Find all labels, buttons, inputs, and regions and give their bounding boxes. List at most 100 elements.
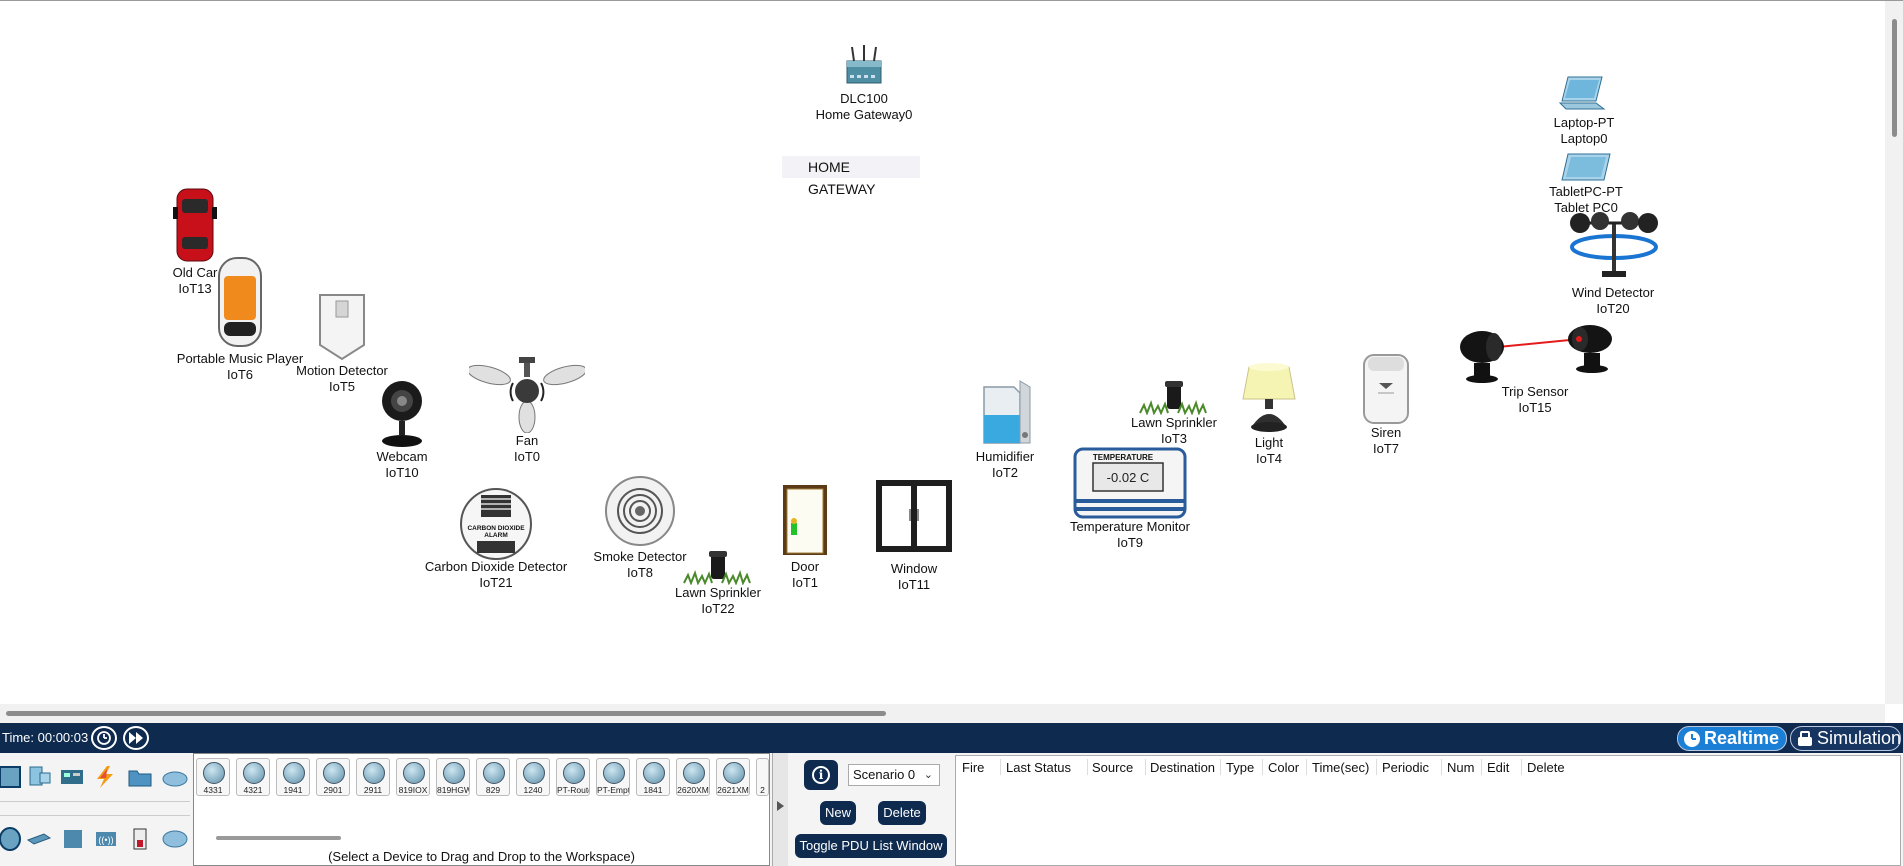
device-name: IoT7 <box>1372 441 1400 456</box>
device-model-4331[interactable]: 4331 <box>196 758 230 796</box>
device-wind-detector[interactable]: Wind Detector IoT20 <box>1556 209 1670 317</box>
column-num[interactable]: Num <box>1447 760 1474 775</box>
model-label: PT-Router <box>557 785 589 795</box>
workspace-vertical-scrollbar[interactable] <box>1885 1 1903 704</box>
device-model-1240[interactable]: 1240 <box>516 758 550 796</box>
router-icon <box>243 762 265 784</box>
power-cycle-button[interactable] <box>91 726 117 750</box>
column-last-status[interactable]: Last Status <box>1006 760 1071 775</box>
device-model-819hgw[interactable]: 819HGW <box>436 758 470 796</box>
device-list-scrollbar[interactable] <box>216 836 341 840</box>
panel-splitter[interactable] <box>772 753 788 866</box>
home-gateway-note[interactable]: HOME GATEWAY <box>782 156 920 197</box>
column-periodic[interactable]: Periodic <box>1382 760 1429 775</box>
device-laptop[interactable]: Laptop-PT Laptop0 <box>1532 75 1636 147</box>
window-icon <box>876 480 952 552</box>
logical-workspace[interactable]: DLC100 Home Gateway0 HOME GATEWAY Laptop… <box>0 0 1903 724</box>
column-separator <box>1306 759 1307 775</box>
router-icon <box>443 762 465 784</box>
device-and-pdu-panel: ((•)) 4331 4321 1941 2901 2911 819IOX 81… <box>0 753 1903 866</box>
simulation-icon <box>1798 731 1812 746</box>
column-type[interactable]: Type <box>1226 760 1254 775</box>
device-name: IoT15 <box>1518 400 1552 415</box>
column-delete[interactable]: Delete <box>1527 760 1565 775</box>
scenario-select[interactable]: Scenario 0 ⌄ <box>848 764 940 786</box>
device-model-partial[interactable]: 2 <box>756 758 769 796</box>
device-model-4321[interactable]: 4321 <box>236 758 270 796</box>
new-scenario-button[interactable]: New <box>820 801 856 825</box>
device-model-pt-empty[interactable]: PT-Empty <box>596 758 630 796</box>
security-subcategory[interactable] <box>128 826 154 850</box>
model-label: 2 <box>760 785 765 795</box>
device-trip-sensor[interactable]: Trip Sensor IoT15 <box>1458 325 1612 417</box>
fast-forward-button[interactable] <box>123 726 149 750</box>
device-model-2911[interactable]: 2911 <box>356 758 390 796</box>
device-model-1841[interactable]: 1841 <box>636 758 670 796</box>
device-model-829[interactable]: 829 <box>476 758 510 796</box>
fast-forward-icon <box>129 732 143 744</box>
device-name: Laptop0 <box>1560 131 1608 146</box>
network-devices-category[interactable] <box>0 765 26 789</box>
delete-scenario-button[interactable]: Delete <box>878 801 926 825</box>
miscellaneous-category[interactable] <box>127 765 153 789</box>
router-switch-icon <box>0 766 21 788</box>
end-devices-category[interactable] <box>26 765 52 789</box>
device-light[interactable]: Light IoT4 <box>1236 363 1302 467</box>
temperature-monitor-icon: TEMPERATURE -0.02 C <box>1073 447 1187 519</box>
realtime-mode-button[interactable]: Realtime <box>1677 726 1787 751</box>
device-model-2620xm[interactable]: 2620XM <box>676 758 710 796</box>
device-carbon-dioxide-detector[interactable]: CARBON DIOXIDE ALARM Carbon Dioxide Dete… <box>420 487 572 593</box>
column-separator <box>1481 759 1482 775</box>
components-category[interactable] <box>59 765 85 789</box>
device-name: IoT21 <box>479 575 513 590</box>
scroll-thumb[interactable] <box>6 711 886 716</box>
wan-emulation-subcategory[interactable] <box>161 826 188 850</box>
column-separator <box>1521 759 1522 775</box>
scenario-info-button[interactable]: i <box>804 760 838 790</box>
routers-subcategory[interactable] <box>0 826 26 851</box>
wind-detector-icon <box>1570 212 1658 277</box>
wireless-icon: ((•)) <box>96 832 116 846</box>
column-fire[interactable]: Fire <box>962 760 984 775</box>
device-siren[interactable]: Siren IoT7 <box>1356 353 1416 457</box>
device-temperature-monitor[interactable]: TEMPERATURE -0.02 C Temperature Monitor … <box>1068 447 1192 551</box>
device-home-gateway[interactable]: DLC100 Home Gateway0 <box>812 45 916 125</box>
simulation-toolbar: Time: 00:00:03 Realtime Simulation <box>0 723 1903 753</box>
device-model: DLC100 <box>840 91 888 106</box>
device-name: IoT5 <box>328 379 356 394</box>
device-model-pt-router[interactable]: PT-Router <box>556 758 590 796</box>
device-lawn-sprinkler-iot22[interactable]: Lawn Sprinkler IoT22 <box>668 551 768 619</box>
column-color[interactable]: Color <box>1268 760 1299 775</box>
simulation-mode-button[interactable]: Simulation <box>1790 726 1901 751</box>
column-destination[interactable]: Destination <box>1150 760 1215 775</box>
switches-subcategory[interactable] <box>24 826 52 850</box>
wireless-subcategory[interactable]: ((•)) <box>93 826 119 850</box>
workspace-horizontal-scrollbar[interactable] <box>0 704 1885 724</box>
scroll-thumb[interactable] <box>1892 19 1897 137</box>
device-webcam[interactable]: Webcam IoT10 <box>372 377 432 481</box>
device-lawn-sprinkler-iot3[interactable]: Lawn Sprinkler IoT3 <box>1124 381 1224 449</box>
column-edit[interactable]: Edit <box>1487 760 1509 775</box>
device-model-819iox[interactable]: 819IOX <box>396 758 430 796</box>
device-tablet[interactable]: TabletPC-PT Tablet PC0 <box>1532 152 1640 216</box>
router-icon <box>683 762 705 784</box>
device-window[interactable]: Window IoT11 <box>866 479 962 592</box>
hubs-subcategory[interactable] <box>60 826 86 850</box>
device-model-list[interactable]: 4331 4321 1941 2901 2911 819IOX 819HGW 8… <box>193 753 770 866</box>
device-model-2621xm[interactable]: 2621XM <box>716 758 750 796</box>
info-icon: i <box>812 766 830 784</box>
column-time[interactable]: Time(sec) <box>1312 760 1369 775</box>
multiuser-category[interactable] <box>161 765 188 789</box>
device-portable-music-player[interactable]: Portable Music Player IoT6 <box>170 256 310 384</box>
toggle-pdu-list-button[interactable]: Toggle PDU List Window <box>795 834 947 858</box>
svg-text:CARBON DIOXIDE: CARBON DIOXIDE <box>467 525 525 532</box>
humidifier-icon <box>983 380 1031 444</box>
pdu-list-table[interactable]: Fire Last Status Source Destination Type… <box>955 755 1901 866</box>
device-door[interactable]: Door IoT1 <box>770 483 840 590</box>
connections-category[interactable] <box>92 765 118 789</box>
column-source[interactable]: Source <box>1092 760 1133 775</box>
device-fan[interactable]: Fan IoT0 <box>468 355 586 467</box>
device-model-2901[interactable]: 2901 <box>316 758 350 796</box>
device-model-1941[interactable]: 1941 <box>276 758 310 796</box>
device-humidifier[interactable]: Humidifier IoT2 <box>970 377 1040 481</box>
